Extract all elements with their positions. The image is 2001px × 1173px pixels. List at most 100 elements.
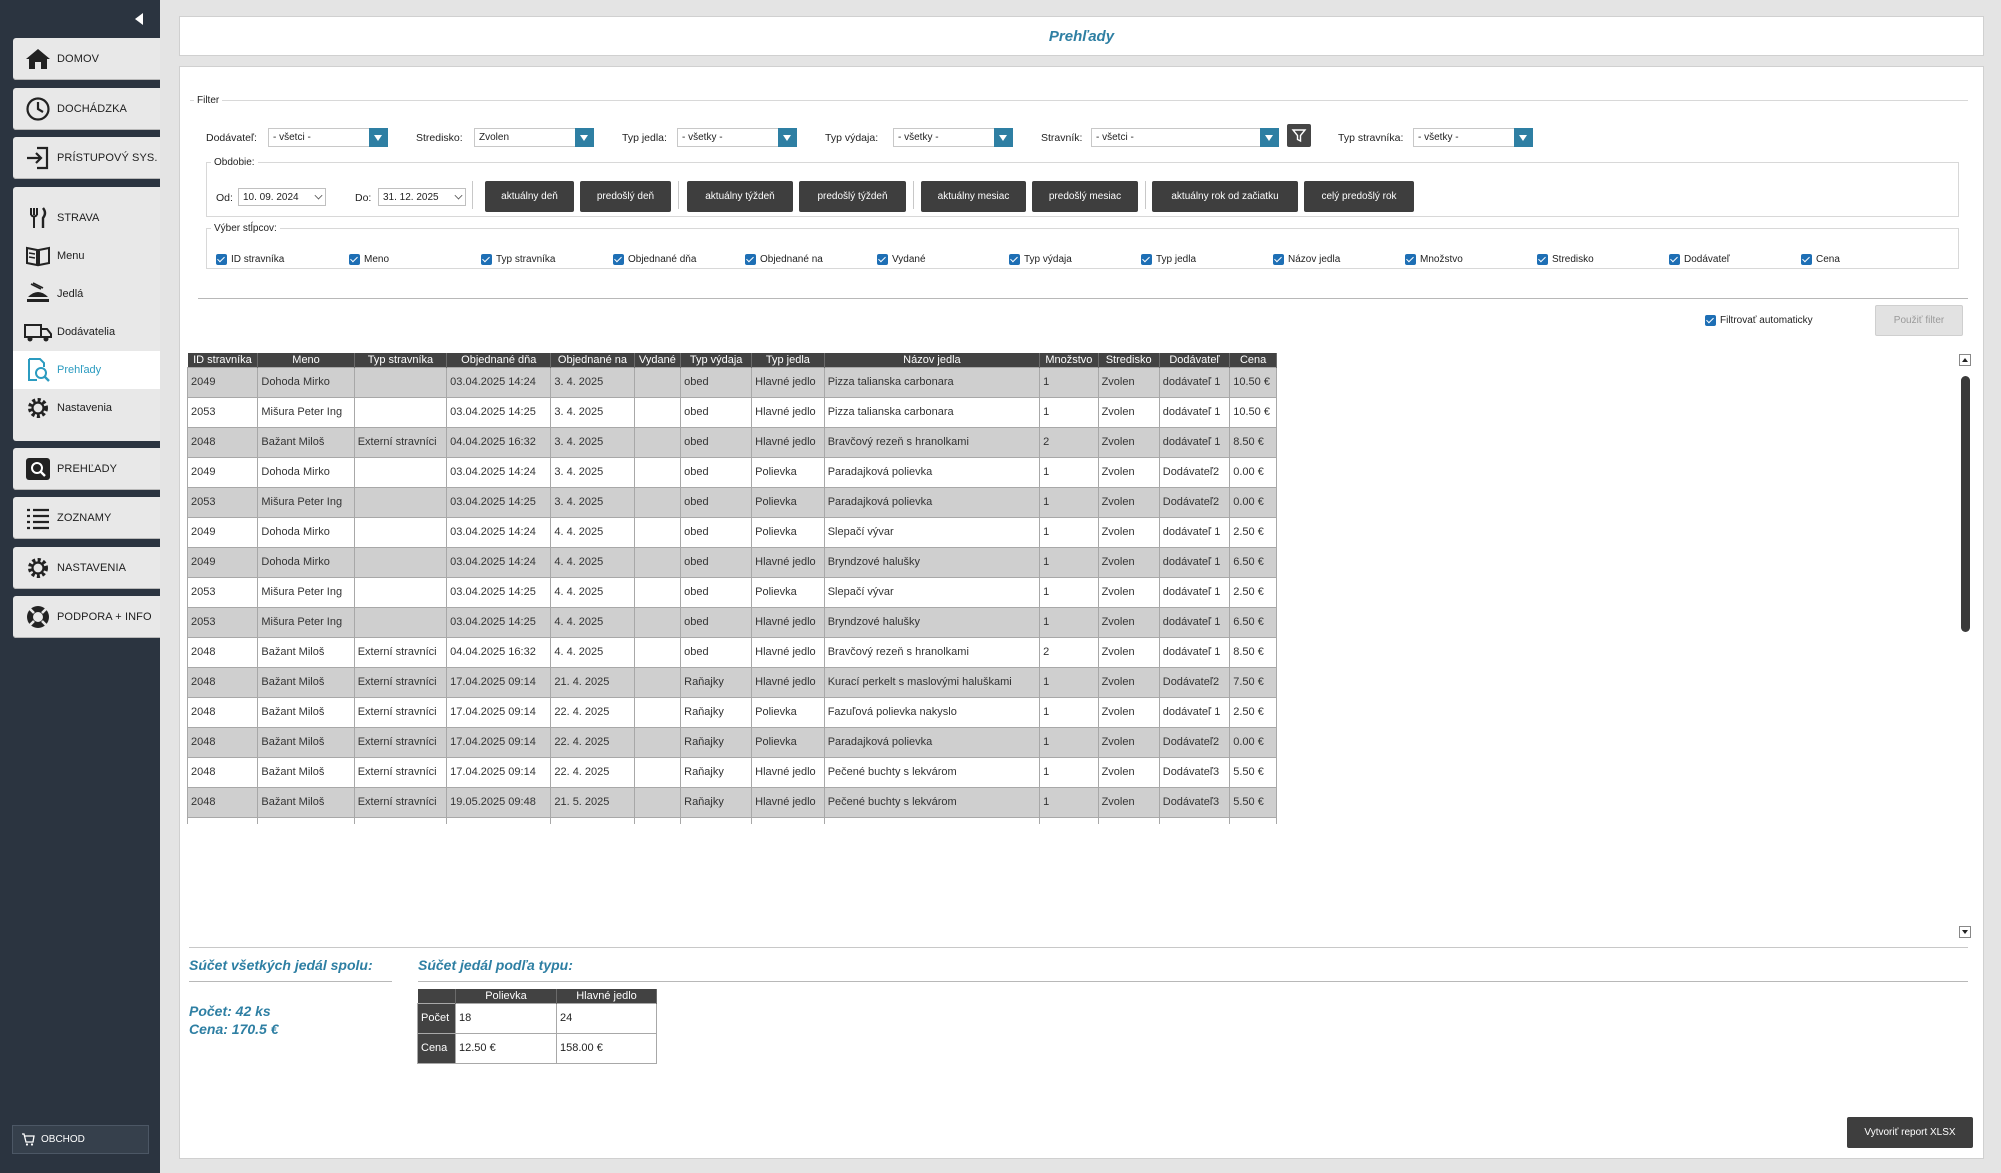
typ-stravnika-select[interactable]: - všetky - — [1413, 128, 1533, 147]
table-header-cell[interactable]: Meno — [257, 353, 355, 367]
table-row[interactable]: 2053 Mišura Peter Ing 03.04.2025 14:25 4. 4… — [187, 606, 1277, 638]
table-header-cell[interactable]: Typ stravníka — [354, 353, 448, 367]
table-header-cell[interactable]: Typ jedla — [751, 353, 825, 367]
table-row[interactable]: 2049 Dohoda Mirko 03.04.2025 14:24 4. 4. 20… — [187, 546, 1277, 578]
auto-filter-checkbox[interactable]: Filtrovať automaticky — [1705, 315, 1813, 326]
period-aktualny-den-button[interactable]: aktuálny deň — [485, 181, 574, 212]
typ-stravnika-label: Typ stravníka: — [1338, 132, 1404, 144]
column-checkbox[interactable]: Názov jedla — [1273, 254, 1340, 265]
table-header-cell[interactable]: Objednané na — [550, 353, 635, 367]
table-row[interactable]: 2048 Bažant Miloš Externí stravníci 04.04.2… — [187, 426, 1277, 458]
table-cell: Dodávateľ3 — [1158, 756, 1231, 788]
table-header-cell[interactable]: Dodávateľ — [1159, 353, 1231, 367]
column-checkbox[interactable]: Cena — [1801, 254, 1840, 265]
shop-button[interactable]: OBCHOD — [12, 1125, 149, 1154]
table-cell: dodávateľ 1 — [1158, 426, 1231, 458]
column-checkbox[interactable]: Stredisko — [1537, 254, 1594, 265]
table-header-cell[interactable]: Objednané dňa — [446, 353, 552, 367]
table-cell: Polievka — [751, 576, 825, 608]
table-cell: 2053 — [187, 576, 259, 608]
table-header-cell[interactable]: Stredisko — [1098, 353, 1160, 367]
period-aktualny-mesiac-button[interactable]: aktuálny mesiac — [921, 181, 1026, 212]
nav-pristupovy[interactable]: PRÍSTUPOVÝ SYS. — [13, 137, 160, 179]
table-cell — [633, 606, 682, 638]
table-cell: obed — [680, 516, 753, 548]
table-row[interactable]: 2048Bažant MilošExterní stravníci12.06.2… — [187, 816, 1277, 824]
table-cell: 1 — [1039, 366, 1099, 398]
table-cell: 3. 4. 2025 — [550, 426, 635, 458]
filter-funnel-button[interactable] — [1287, 124, 1311, 147]
obdobie-legend: Obdobie: — [214, 157, 255, 168]
nav-prehlady-strava[interactable]: Prehľady — [13, 351, 160, 389]
column-checkbox[interactable]: Objednané na — [745, 254, 823, 265]
table-header-cell[interactable]: Typ výdaja — [680, 353, 753, 367]
column-checkbox[interactable]: Objednané dňa — [613, 254, 696, 265]
period-aktualny-tyzden-button[interactable]: aktuálny týždeň — [687, 181, 793, 212]
period-aktualny-rok-button[interactable]: aktuálny rok od začiatku — [1152, 181, 1298, 212]
table-cell: 2 — [1039, 636, 1099, 668]
table-row[interactable]: 2053 Mišura Peter Ing 03.04.2025 14:25 3. 4… — [187, 396, 1277, 428]
table-header-cell[interactable]: Cena — [1229, 353, 1277, 367]
table-header-cell[interactable]: Názov jedla — [824, 353, 1041, 367]
checkbox-checked-icon — [877, 254, 888, 265]
table-row[interactable]: 2049 Dohoda Mirko 03.04.2025 14:24 4. 4. 20… — [187, 516, 1277, 548]
create-report-xlsx-button[interactable]: Vytvoriť report XLSX — [1847, 1117, 1973, 1148]
scroll-down-icon[interactable] — [1959, 926, 1971, 938]
table-header-row: ID stravníka Meno Typ stravníka Objednané d… — [187, 353, 1277, 367]
column-checkbox[interactable]: Množstvo — [1405, 254, 1463, 265]
do-date-picker[interactable]: 31. 12. 2025 — [378, 188, 466, 206]
nav-prehlady[interactable]: PREHĽADY — [13, 448, 160, 490]
scroll-up-icon[interactable] — [1959, 354, 1971, 366]
column-checkbox[interactable]: Typ stravníka — [481, 254, 555, 265]
column-checkbox[interactable]: Typ jedla — [1141, 254, 1196, 265]
table-row[interactable]: 2053 Mišura Peter Ing 03.04.2025 14:25 3. 4… — [187, 486, 1277, 518]
period-predosly-tyzden-button[interactable]: predošlý týždeň — [799, 181, 906, 212]
nav-strava[interactable]: STRAVA — [13, 199, 160, 237]
typ-jedla-select[interactable]: - všetky - — [677, 128, 797, 147]
vertical-scrollbar-thumb[interactable] — [1961, 376, 1970, 632]
column-checkbox[interactable]: Typ výdaja — [1009, 254, 1072, 265]
od-label: Od: — [216, 192, 233, 204]
table-cell — [633, 666, 682, 698]
stredisko-select[interactable]: Zvolen — [474, 128, 594, 147]
table-header-cell[interactable]: Vydané — [634, 353, 682, 367]
nav-jedla[interactable]: Jedlá — [13, 275, 160, 313]
table-row[interactable]: 2048 Bažant Miloš Externí stravníci 17.04.2… — [187, 666, 1277, 698]
table-row[interactable]: 2048 Bažant Miloš Externí stravníci 19.05.2… — [187, 786, 1277, 818]
table-row[interactable]: 2048 Bažant Miloš Externí stravníci 17.04.2… — [187, 756, 1277, 788]
nav-dodavatelia[interactable]: Dodávatelia — [13, 313, 160, 351]
nav-domov[interactable]: DOMOV — [13, 38, 160, 80]
table-row[interactable]: 2048 Bažant Miloš Externí stravníci 17.04.2… — [187, 726, 1277, 758]
table-cell: 2 — [1039, 426, 1099, 458]
table-cell: dodávateľ 1 — [1158, 366, 1231, 398]
typ-vydaja-select[interactable]: - všetky - — [893, 128, 1013, 147]
nav-dochadzka[interactable]: DOCHÁDZKA — [13, 88, 160, 130]
table-cell — [353, 486, 448, 518]
period-predosly-mesiac-button[interactable]: predošlý mesiac — [1032, 181, 1138, 212]
dodavatel-select[interactable]: - všetci - — [268, 128, 388, 147]
table-row[interactable]: 2048 Bažant Miloš Externí stravníci 04.04.2… — [187, 636, 1277, 668]
column-checkbox[interactable]: Dodávateľ — [1669, 254, 1730, 265]
stravnik-select[interactable]: - všetci - — [1091, 128, 1279, 147]
table-header-cell[interactable]: ID stravníka — [187, 353, 259, 367]
nav-zoznamy[interactable]: ZOZNAMY — [13, 497, 160, 539]
nav-podpora[interactable]: PODPORA + INFO — [13, 596, 160, 638]
column-checkbox[interactable]: ID stravníka — [216, 254, 284, 265]
nav-menu[interactable]: Menu — [13, 237, 160, 275]
column-checkbox[interactable]: Vydané — [877, 254, 926, 265]
apply-filter-button[interactable]: Použiť filter — [1875, 305, 1963, 336]
period-predosly-rok-button[interactable]: celý predošlý rok — [1304, 181, 1414, 212]
nav-nastavenia[interactable]: NASTAVENIA — [13, 547, 160, 589]
period-predosly-den-button[interactable]: predošlý deň — [580, 181, 671, 212]
table-row[interactable]: 2053 Mišura Peter Ing 03.04.2025 14:25 4. 4… — [187, 576, 1277, 608]
table-row[interactable]: 2049 Dohoda Mirko 03.04.2025 14:24 3. 4. 20… — [187, 456, 1277, 488]
table-row[interactable]: 2049 Dohoda Mirko 03.04.2025 14:24 3. 4. 20… — [187, 366, 1277, 398]
od-date-picker[interactable]: 10. 09. 2024 — [238, 188, 326, 206]
table-cell: Bravčový perkelt s cestovinou — [823, 816, 1041, 824]
table-header-cell[interactable]: Množstvo — [1039, 353, 1099, 367]
nav-nastavenia-strava[interactable]: Nastavenia — [13, 389, 160, 427]
nav-label: PREHĽADY — [57, 463, 118, 475]
collapse-sidebar-icon[interactable] — [133, 11, 147, 27]
column-checkbox[interactable]: Meno — [349, 254, 389, 265]
table-row[interactable]: 2048 Bažant Miloš Externí stravníci 17.04.2… — [187, 696, 1277, 728]
